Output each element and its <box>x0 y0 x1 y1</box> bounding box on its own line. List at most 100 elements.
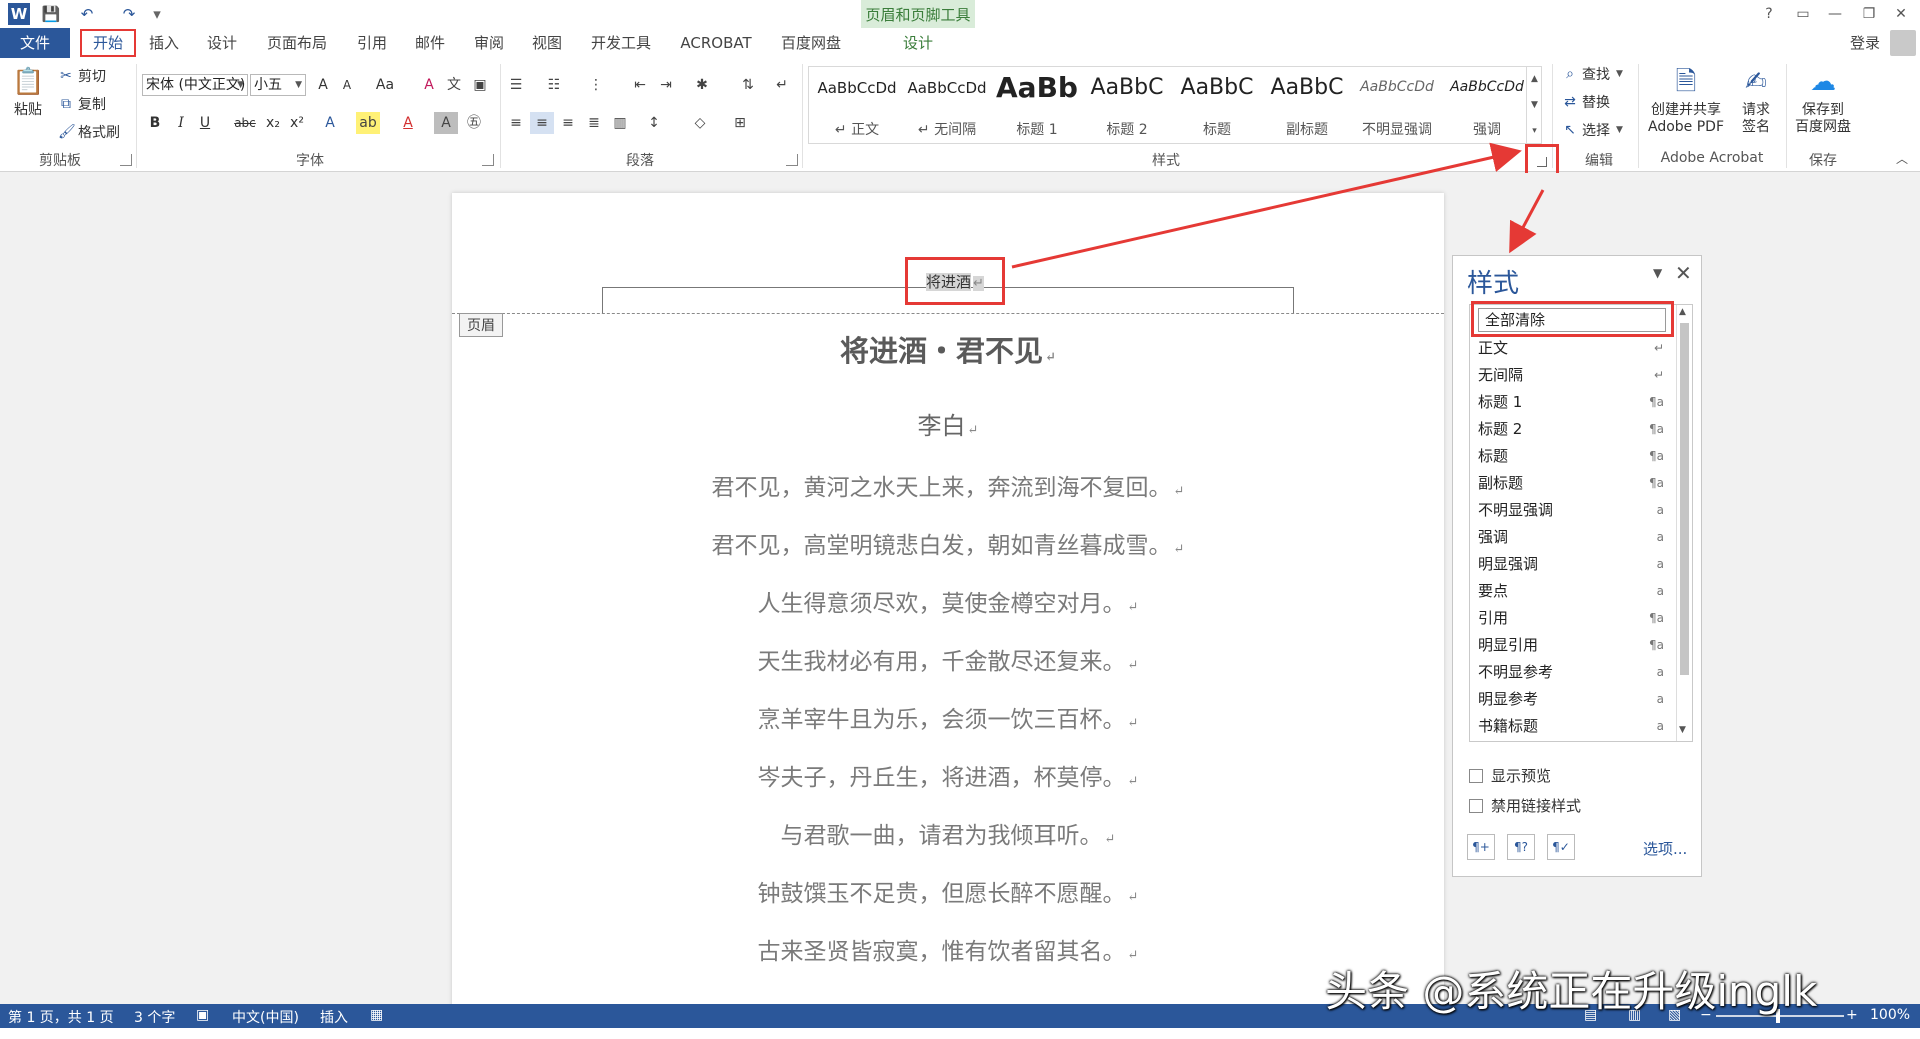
gallery-style-subtitle[interactable]: AaBbC 副标题 <box>1263 69 1351 141</box>
chevron-up-icon[interactable]: ▲ <box>1527 66 1542 92</box>
styles-gallery[interactable]: AaBbCcDd ↵ 正文 AaBbCcDd ↵ 无间隔 AaBb 标题 1 AaBb… <box>808 66 1542 144</box>
character-border-icon[interactable]: ▣ <box>468 74 492 96</box>
justify-icon[interactable]: ≣ <box>582 112 606 134</box>
document-author[interactable]: 李白 ↵ <box>452 406 1444 441</box>
save-to-baidu-button[interactable]: ☁ 保存到 百度网盘 <box>1790 66 1856 136</box>
text-effects-icon[interactable]: A <box>318 112 342 134</box>
pane-options-menu-icon[interactable]: ▼ <box>1653 266 1662 280</box>
paragraph-launcher-icon[interactable] <box>786 154 798 166</box>
scrollbar-thumb[interactable] <box>1680 323 1689 675</box>
poem-line[interactable]: 岑夫子，丹丘生，将进酒，杯莫停。 ↵ <box>452 758 1444 792</box>
line-spacing-icon[interactable]: ↕ <box>642 112 666 134</box>
copy-button[interactable]: ⧉ 复制 <box>58 94 106 114</box>
superscript-button[interactable]: x² <box>286 112 308 134</box>
show-marks-icon[interactable]: ↵ <box>770 74 794 96</box>
tab-design[interactable]: 设计 <box>202 31 242 56</box>
distributed-icon[interactable]: ▥ <box>608 112 632 134</box>
style-item-strong[interactable]: 要点 a <box>1478 578 1668 604</box>
style-item-quote[interactable]: 引用 ¶a <box>1478 605 1668 631</box>
style-item-intense-quote[interactable]: 明显引用 ¶a <box>1478 632 1668 658</box>
zoom-in-icon[interactable]: + <box>1846 1007 1858 1023</box>
italic-button[interactable]: I <box>170 112 192 134</box>
disable-linked-styles-checkbox[interactable]: 禁用链接样式 <box>1469 795 1581 816</box>
undo-icon[interactable]: ↶ <box>76 3 98 25</box>
create-share-pdf-button[interactable]: 🗎 创建并共享 Adobe PDF <box>1644 66 1728 136</box>
chevron-down-icon[interactable]: ▼ <box>1527 92 1542 118</box>
asian-layout-icon[interactable]: ✱ <box>690 74 714 96</box>
clear-all-style[interactable]: 全部清除 <box>1478 308 1666 332</box>
shading-icon[interactable]: ◇ <box>688 112 712 134</box>
gallery-style-emphasis[interactable]: AaBbCcDd 强调 <box>1443 69 1531 141</box>
tab-mailings[interactable]: 邮件 <box>410 31 450 56</box>
zoom-level[interactable]: 100% <box>1870 1007 1910 1023</box>
poem-line[interactable]: 天生我材必有用，千金散尽还复来。 ↵ <box>452 642 1444 676</box>
gallery-style-normal[interactable]: AaBbCcDd ↵ 正文 <box>813 69 901 141</box>
change-case-button[interactable]: Aa <box>370 74 400 96</box>
poem-line[interactable]: 与君歌一曲，请君为我倾耳听。 ↵ <box>452 816 1444 850</box>
borders-icon[interactable]: ⊞ <box>728 112 752 134</box>
sort-icon[interactable]: ⇅ <box>736 74 760 96</box>
poem-line[interactable]: 钟鼓馔玉不足贵，但愿长醉不愿醒。 ↵ <box>452 874 1444 908</box>
restore-button[interactable]: ❐ <box>1856 3 1882 25</box>
poem-line[interactable]: 人生得意须尽欢，莫使金樽空对月。 ↵ <box>452 584 1444 618</box>
document-page[interactable]: 页眉 将进酒 ↵ 将进酒・君不见 ↵ 李白 ↵ 君不见，黄河之水天上来，奔流到海不复回… <box>452 193 1444 1004</box>
gallery-scroll[interactable]: ▲ ▼ ▾ <box>1526 66 1542 144</box>
font-name-combo[interactable]: 宋体 (中文正文) ▼ <box>142 74 248 96</box>
strikethrough-button[interactable]: abc <box>230 112 260 134</box>
align-right-icon[interactable]: ≡ <box>556 112 580 134</box>
bold-button[interactable]: B <box>144 112 166 134</box>
help-button[interactable]: ? <box>1756 3 1782 25</box>
language-indicator[interactable]: 中文(中国) <box>232 1007 299 1027</box>
tab-acrobat[interactable]: ACROBAT <box>676 31 756 56</box>
tab-home[interactable]: 开始 <box>80 29 136 57</box>
paste-button[interactable]: 📋 粘贴 <box>8 66 48 119</box>
style-list-scrollbar[interactable]: ▲ ▼ <box>1676 305 1692 741</box>
word-app-icon[interactable]: W <box>8 3 30 25</box>
proofing-icon[interactable]: ▣ <box>196 1007 209 1023</box>
cut-button[interactable]: ✂ 剪切 <box>58 66 106 86</box>
bullets-icon[interactable]: ☰ <box>504 74 528 96</box>
poem-line[interactable]: 君不见，高堂明镜悲白发，朝如青丝暮成雪。 ↵ <box>452 526 1444 560</box>
gallery-style-title[interactable]: AaBbC 标题 <box>1173 69 1261 141</box>
style-item-intense-reference[interactable]: 明显参考 a <box>1478 686 1668 712</box>
grow-font-button[interactable]: A <box>312 74 334 96</box>
tab-developer[interactable]: 开发工具 <box>586 31 656 56</box>
style-item-title[interactable]: 标题 ¶a <box>1478 443 1668 469</box>
align-center-icon[interactable]: ≡ <box>530 112 554 134</box>
tab-baidu-netdisk[interactable]: 百度网盘 <box>776 31 846 56</box>
checkbox-box[interactable] <box>1469 798 1483 813</box>
chevron-up-icon[interactable]: ▲ <box>1679 307 1686 317</box>
font-size-combo[interactable]: 小五 ▼ <box>250 74 306 96</box>
style-inspector-icon[interactable]: ¶? <box>1507 834 1535 860</box>
underline-button[interactable]: U <box>194 112 216 134</box>
customize-quick-access-icon[interactable]: ▾ <box>150 3 164 25</box>
checkbox-box[interactable] <box>1469 768 1483 783</box>
ribbon-display-options-button[interactable]: ▭ <box>1790 3 1816 25</box>
chevron-down-icon[interactable]: ▼ <box>1679 725 1686 735</box>
replace-button[interactable]: ⇄ 替换 <box>1562 92 1610 112</box>
tab-references[interactable]: 引用 <box>352 31 392 56</box>
gallery-style-subtle-emphasis[interactable]: AaBbCcDd 不明显强调 <box>1353 69 1441 141</box>
style-item-heading-2[interactable]: 标题 2 ¶a <box>1478 416 1668 442</box>
align-left-icon[interactable]: ≡ <box>504 112 528 134</box>
show-preview-checkbox[interactable]: 显示预览 <box>1469 765 1551 786</box>
shrink-font-button[interactable]: A <box>336 74 358 96</box>
insert-mode[interactable]: 插入 <box>320 1007 348 1027</box>
gallery-style-heading-2[interactable]: AaBbC 标题 2 <box>1083 69 1171 141</box>
subscript-button[interactable]: x₂ <box>262 112 284 134</box>
avatar[interactable] <box>1890 30 1916 56</box>
styles-launcher-icon[interactable] <box>1537 157 1547 167</box>
close-button[interactable]: ✕ <box>1888 3 1914 25</box>
style-item-subtle-emphasis[interactable]: 不明显强调 a <box>1478 497 1668 523</box>
tab-review[interactable]: 审阅 <box>469 31 509 56</box>
increase-indent-icon[interactable]: ⇥ <box>654 74 678 96</box>
phonetic-guide-icon[interactable]: 文 <box>442 74 466 96</box>
redo-icon[interactable]: ↷ <box>118 3 140 25</box>
clear-formatting-button[interactable]: A <box>418 74 440 96</box>
gallery-style-heading-1[interactable]: AaBb 标题 1 <box>993 69 1081 141</box>
style-item-normal[interactable]: 正文 ↵ <box>1478 335 1668 361</box>
numbering-icon[interactable]: ☷ <box>542 74 566 96</box>
header-text[interactable]: 将进酒 ↵ <box>908 271 1002 292</box>
tab-insert[interactable]: 插入 <box>144 31 184 56</box>
find-button[interactable]: ⌕ 查找 ▼ <box>1562 64 1623 84</box>
